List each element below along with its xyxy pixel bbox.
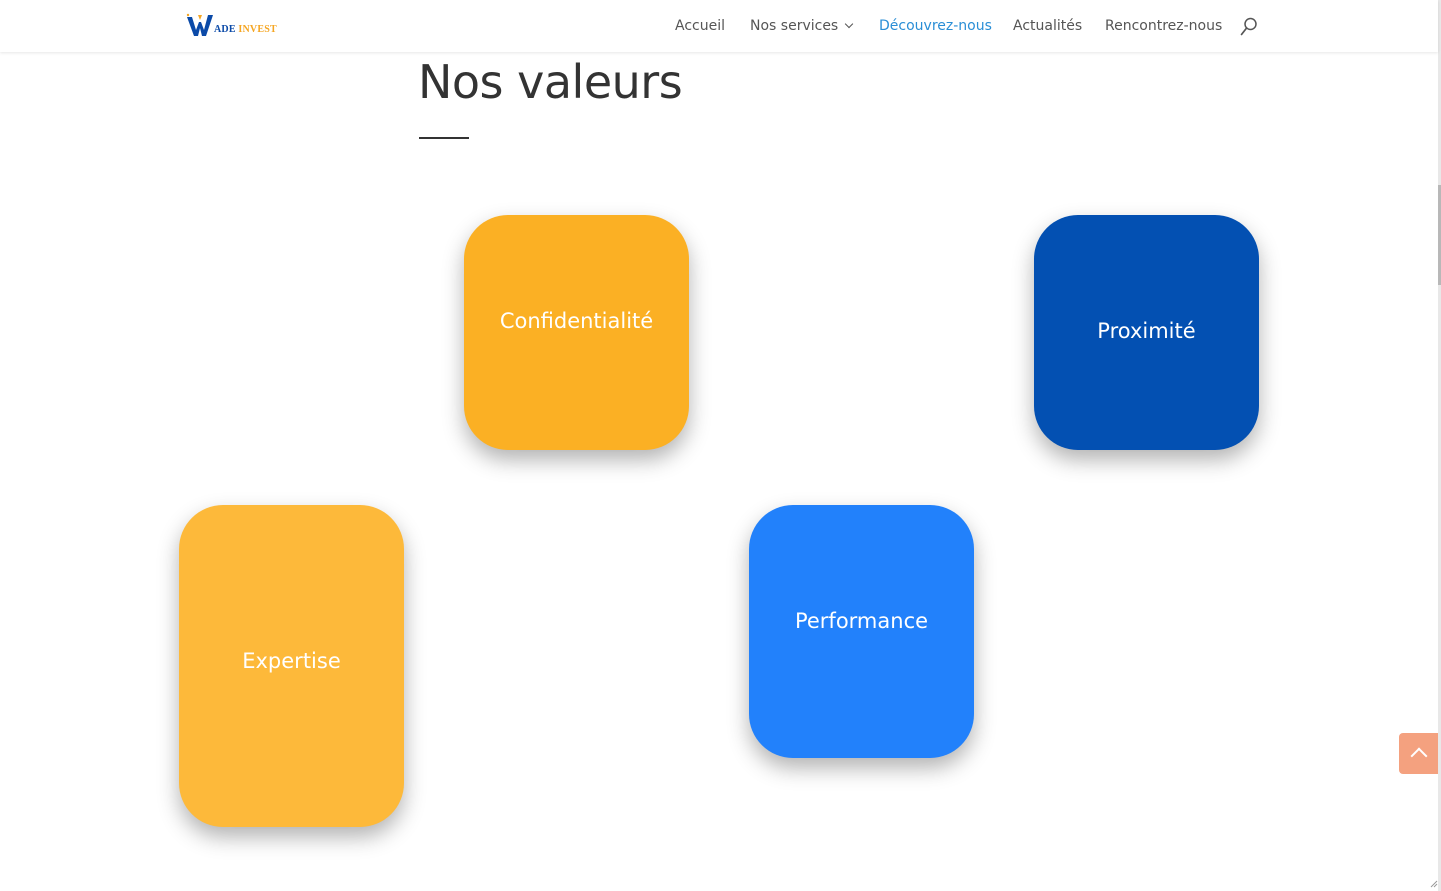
nav-item-accueil[interactable]: Accueil [675, 17, 725, 35]
nav-item-decouvrez-nous[interactable]: Découvrez-nous [879, 17, 992, 35]
title-divider [419, 137, 469, 139]
value-card-label: Expertise [242, 649, 341, 673]
value-card-confidentialite: Confidentialité [464, 215, 689, 450]
nav-item-nos-services[interactable]: Nos services [750, 17, 854, 35]
value-card-proximite: Proximité [1034, 215, 1259, 450]
back-to-top-button[interactable] [1399, 733, 1441, 774]
value-card-label: Proximité [1097, 319, 1196, 343]
page-title: Nos valeurs [418, 55, 683, 109]
nav-item-actualites[interactable]: Actualités [1013, 17, 1082, 35]
value-card-expertise: Expertise [179, 505, 404, 827]
chevron-down-icon [844, 19, 854, 29]
resize-grip-icon[interactable] [1430, 880, 1438, 888]
main-nav: Accueil Nos services Découvrez-nous Actu… [0, 17, 1438, 37]
page: ADE INVEST Accueil Nos services Découvre… [0, 0, 1441, 891]
value-card-label: Confidentialité [499, 309, 654, 333]
search-icon[interactable] [1240, 17, 1258, 37]
chevron-up-icon [1410, 747, 1428, 765]
value-card-label: Performance [794, 609, 929, 633]
nav-item-nos-services-label: Nos services [750, 18, 839, 34]
site-header: ADE INVEST Accueil Nos services Découvre… [0, 0, 1438, 52]
value-card-performance: Performance [749, 505, 974, 758]
nav-item-rencontrez-nous[interactable]: Rencontrez-nous [1105, 17, 1222, 35]
